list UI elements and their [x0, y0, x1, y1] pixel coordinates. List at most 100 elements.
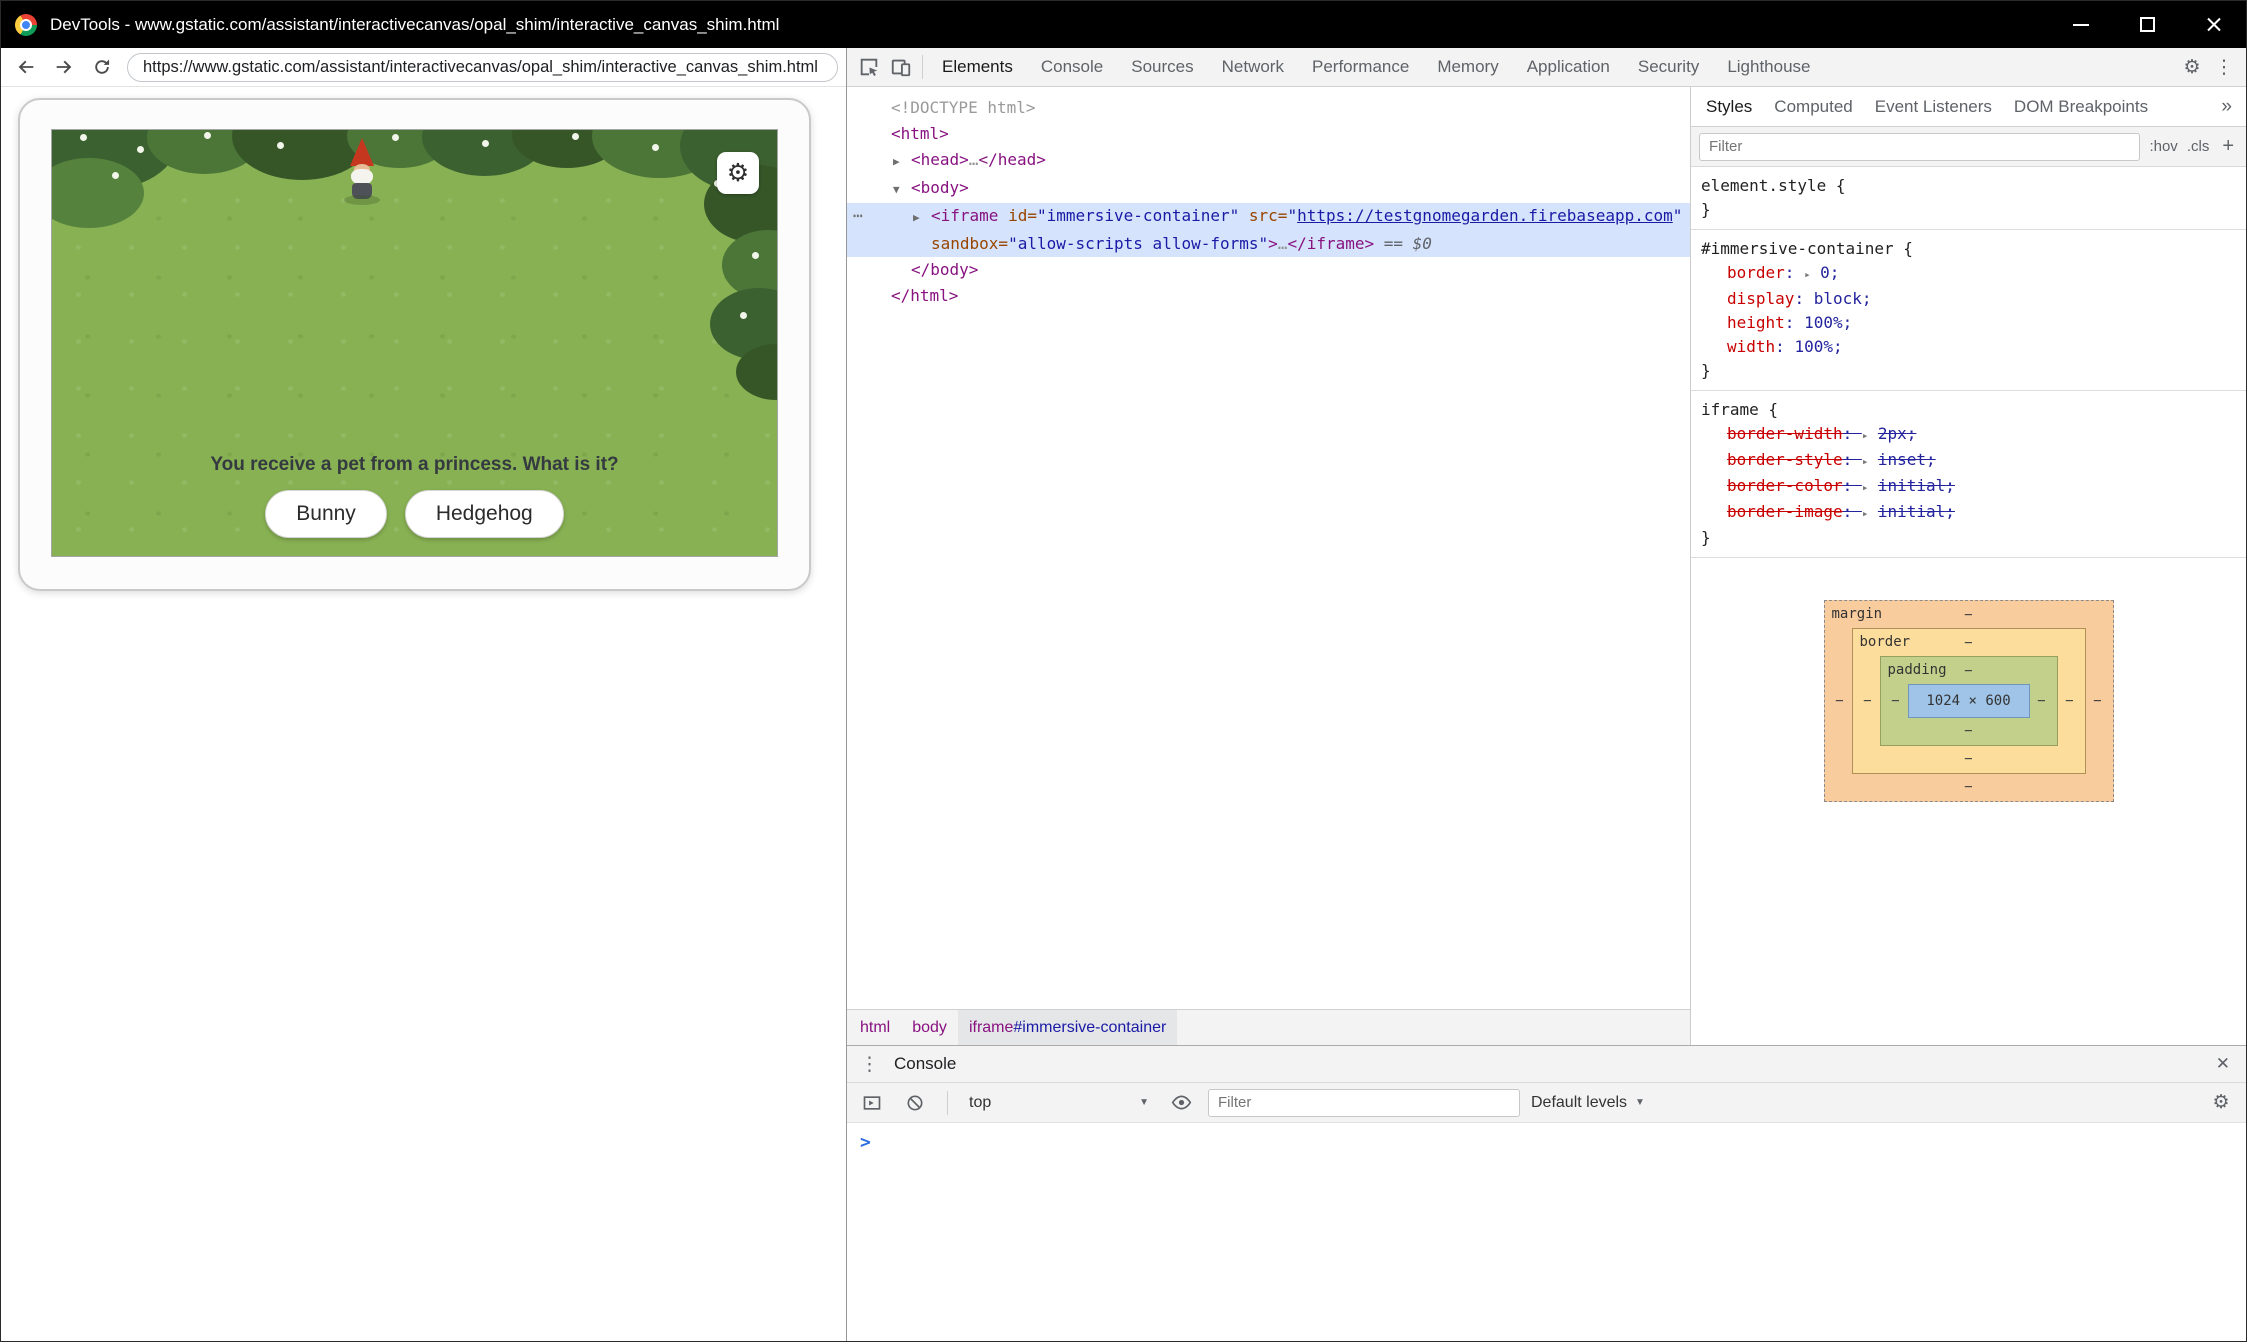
dom-node[interactable]: ▶<head>…</head>: [847, 147, 1690, 175]
margin-right-value[interactable]: −: [2086, 693, 2110, 709]
dom-node[interactable]: </html>: [847, 283, 1690, 309]
dom-tree: <!DOCTYPE html><html>▶<head>…</head>▼<bo…: [847, 87, 1690, 1009]
padding-bottom-value[interactable]: −: [1964, 723, 1972, 739]
pseudo-state-toggle[interactable]: :hov: [2149, 138, 2177, 155]
live-expression-eye-icon[interactable]: [1165, 1087, 1197, 1119]
dom-node[interactable]: <!DOCTYPE html>: [847, 95, 1690, 121]
console-output[interactable]: >: [847, 1123, 2246, 1341]
devtools-settings-icon[interactable]: ⚙: [2176, 51, 2208, 83]
css-selector[interactable]: #immersive-container: [1701, 239, 1894, 258]
css-property-display[interactable]: display: block;: [1701, 287, 2240, 311]
dom-node[interactable]: <html>: [847, 121, 1690, 147]
console-toolbar: top ▼ Default levels ▼ ⚙: [847, 1083, 2246, 1123]
back-button[interactable]: [9, 50, 43, 84]
devtools-tab-security[interactable]: Security: [1624, 48, 1713, 86]
border-left-value[interactable]: −: [1856, 693, 1880, 709]
css-selector[interactable]: iframe: [1701, 400, 1759, 419]
flower: [392, 134, 399, 141]
flower: [112, 172, 119, 179]
css-property-width[interactable]: width: 100%;: [1701, 335, 2240, 359]
device-toolbar-icon[interactable]: [885, 51, 917, 83]
devtools-tab-application[interactable]: Application: [1513, 48, 1624, 86]
settings-gear-button[interactable]: ⚙: [717, 152, 759, 194]
styles-tab-dom-breakpoints[interactable]: DOM Breakpoints: [2003, 87, 2159, 126]
flower: [572, 133, 579, 140]
expand-arrow-icon[interactable]: ▼: [893, 177, 911, 203]
box-model-content[interactable]: 1024 × 600: [1908, 684, 2030, 718]
breadcrumb-item-html[interactable]: html: [849, 1010, 901, 1045]
reload-button[interactable]: [85, 50, 119, 84]
css-property-border[interactable]: border: ▸0;: [1701, 261, 2240, 287]
margin-left-value[interactable]: −: [1828, 693, 1852, 709]
new-style-rule-button[interactable]: +: [2218, 135, 2238, 158]
padding-right-value[interactable]: −: [2030, 693, 2054, 709]
expand-arrow-icon[interactable]: ▶: [913, 205, 931, 231]
url-text: https://www.gstatic.com/assistant/intera…: [143, 58, 818, 77]
forward-button[interactable]: [47, 50, 81, 84]
styles-tab-styles[interactable]: Styles: [1695, 87, 1763, 126]
devtools-tab-memory[interactable]: Memory: [1423, 48, 1512, 86]
style-rule: #immersive-container {interactive…him.ht…: [1691, 230, 2246, 391]
browser-toolbar: https://www.gstatic.com/assistant/intera…: [1, 48, 846, 87]
styles-tabbar: StylesComputedEvent ListenersDOM Breakpo…: [1691, 87, 2246, 127]
close-drawer-icon[interactable]: ✕: [2210, 1054, 2236, 1074]
expand-arrow-icon[interactable]: ▶: [893, 149, 911, 175]
padding-top-value[interactable]: −: [1964, 663, 1972, 679]
margin-top-value[interactable]: −: [1964, 607, 1972, 623]
hedgehog-button[interactable]: Hedgehog: [405, 490, 564, 538]
minimize-button[interactable]: [2048, 1, 2114, 48]
border-top-value[interactable]: −: [1964, 635, 1972, 651]
close-button[interactable]: [2180, 1, 2246, 48]
execution-context-select[interactable]: top ▼: [964, 1094, 1154, 1112]
question-text: You receive a pet from a princess. What …: [52, 454, 777, 476]
maximize-button[interactable]: [2114, 1, 2180, 48]
element-class-toggle[interactable]: .cls: [2187, 138, 2210, 155]
inspect-element-icon[interactable]: [853, 51, 885, 83]
clear-console-icon[interactable]: [899, 1087, 931, 1119]
border-bottom-value[interactable]: −: [1964, 751, 1972, 767]
devtools-tab-sources[interactable]: Sources: [1117, 48, 1207, 86]
log-levels-select[interactable]: Default levels ▼: [1531, 1094, 1645, 1112]
margin-bottom-value[interactable]: −: [1964, 779, 1972, 795]
css-property-border-color[interactable]: border-color: ▸initial;: [1701, 474, 2240, 500]
address-bar[interactable]: https://www.gstatic.com/assistant/intera…: [127, 53, 838, 82]
styles-filter-input[interactable]: [1699, 133, 2140, 161]
css-property-height[interactable]: height: 100%;: [1701, 311, 2240, 335]
chevron-down-icon: ▼: [1635, 1097, 1645, 1108]
dom-node[interactable]: ▼<body>: [847, 175, 1690, 203]
devtools-tab-console[interactable]: Console: [1027, 48, 1117, 86]
flower: [752, 252, 759, 259]
console-drawer-tab[interactable]: Console: [894, 1054, 956, 1074]
css-property-border-image[interactable]: border-image: ▸initial;: [1701, 500, 2240, 526]
gnome-character: [340, 138, 384, 202]
css-selector[interactable]: element.style: [1701, 176, 1826, 195]
dom-node[interactable]: </body>: [847, 257, 1690, 283]
styles-tab-computed[interactable]: Computed: [1763, 87, 1863, 126]
levels-value: Default levels: [1531, 1094, 1627, 1112]
devtools-menu-icon[interactable]: ⋮: [2208, 51, 2240, 83]
window-title: DevTools - www.gstatic.com/assistant/int…: [50, 15, 2048, 35]
css-property-border-width[interactable]: border-width: ▸2px;: [1701, 422, 2240, 448]
console-sidebar-icon[interactable]: [856, 1087, 888, 1119]
breadcrumb-item-body[interactable]: body: [901, 1010, 958, 1045]
styles-tab-event-listeners[interactable]: Event Listeners: [1864, 87, 2003, 126]
attribute-url-link[interactable]: https://testgnomegarden.firebaseapp.com: [1297, 206, 1673, 225]
styles-tabs: StylesComputedEvent ListenersDOM Breakpo…: [1695, 87, 2159, 126]
devtools-tab-elements[interactable]: Elements: [928, 48, 1027, 86]
arrow-left-icon: [15, 56, 37, 78]
devtools-tab-performance[interactable]: Performance: [1298, 48, 1423, 86]
overflow-menu-icon[interactable]: »: [2211, 96, 2242, 118]
dom-node[interactable]: ⋯▶<iframe id="immersive-container" src="…: [847, 203, 1690, 257]
css-property-border-style[interactable]: border-style: ▸inset;: [1701, 448, 2240, 474]
breadcrumb-item-iframe[interactable]: iframe#immersive-container: [958, 1010, 1177, 1045]
border-right-value[interactable]: −: [2058, 693, 2082, 709]
padding-left-value[interactable]: −: [1884, 693, 1908, 709]
bunny-button[interactable]: Bunny: [265, 490, 387, 538]
console-filter-input[interactable]: [1208, 1089, 1520, 1117]
console-settings-icon[interactable]: ⚙: [2205, 1087, 2237, 1119]
more-actions-icon[interactable]: ⋯: [853, 203, 864, 229]
drawer-menu-icon[interactable]: ⋮: [857, 1053, 882, 1076]
title-bar: DevTools - www.gstatic.com/assistant/int…: [1, 1, 2246, 48]
devtools-tab-lighthouse[interactable]: Lighthouse: [1713, 48, 1824, 86]
devtools-tab-network[interactable]: Network: [1208, 48, 1298, 86]
